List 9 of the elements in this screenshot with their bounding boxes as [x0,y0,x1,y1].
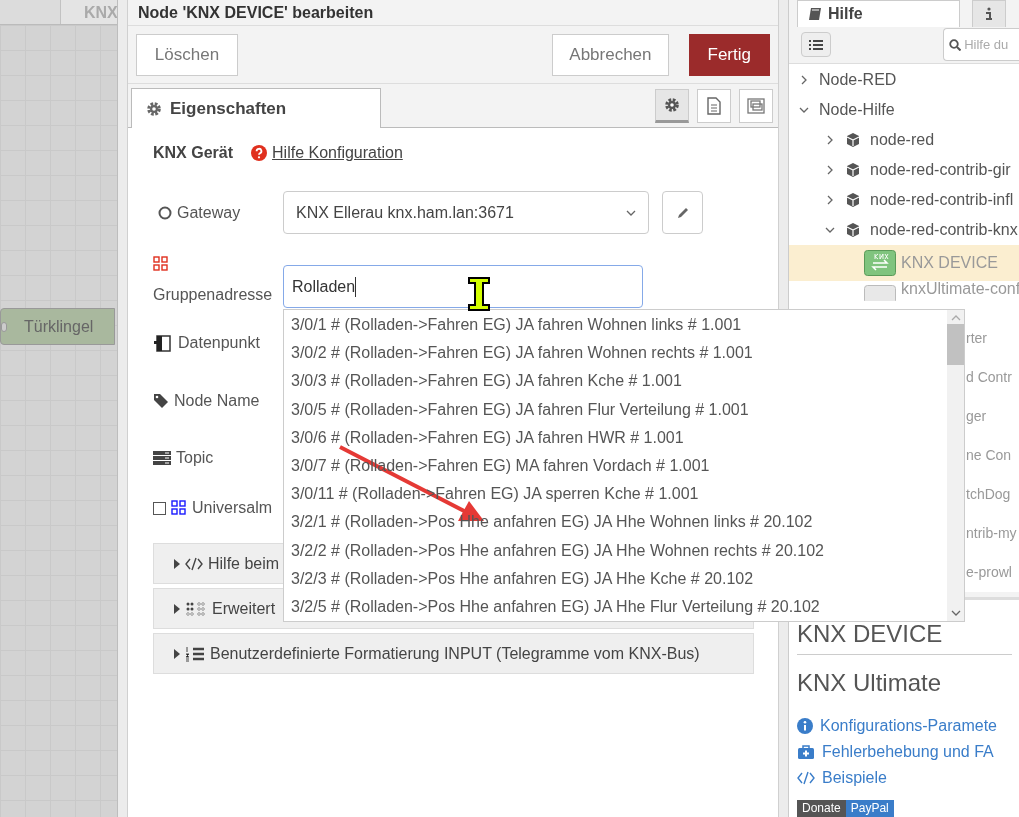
field-label: Datenpunkt [178,333,260,353]
field-label: Universalm [192,498,272,518]
field-label: Topic [176,448,214,468]
field-label: Gateway [177,202,241,223]
section-heading: KNX Gerät [153,143,234,163]
field-label: Gruppenadresse [153,285,274,305]
dialog-title: Node 'KNX DEVICE' bearbeiten [138,2,374,23]
field-label: Node Name [174,391,260,411]
help-subtitle: KNX Ultimate [797,668,943,698]
